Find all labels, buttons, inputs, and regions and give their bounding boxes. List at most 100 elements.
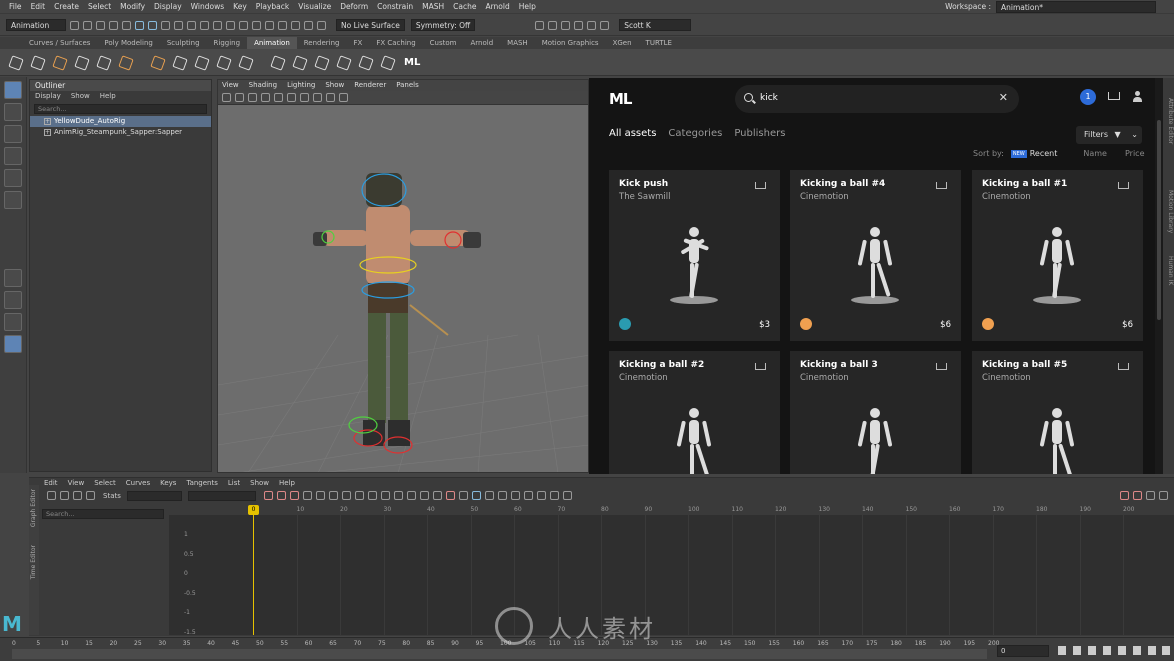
plateau-tangent-icon[interactable]	[367, 491, 377, 500]
shelf-tab[interactable]: Arnold	[464, 37, 501, 49]
wireframe-icon[interactable]	[248, 93, 257, 102]
viewport-menu-shading[interactable]: Shading	[249, 80, 277, 91]
history-icon[interactable]	[239, 20, 248, 30]
lattice-icon[interactable]	[73, 491, 82, 500]
outliner-menu-help[interactable]: Help	[100, 91, 116, 102]
rotate-tool-icon[interactable]	[4, 169, 22, 187]
menu-mash[interactable]: MASH	[422, 2, 444, 11]
post-infinity-icon[interactable]	[510, 491, 520, 500]
graph-menu-tangents[interactable]: Tangents	[186, 478, 217, 489]
shelf-tab[interactable]: Animation	[247, 37, 297, 49]
snap-plane-icon[interactable]	[213, 20, 222, 30]
make-live-icon[interactable]	[226, 20, 235, 30]
current-frame-field[interactable]: 0	[997, 645, 1049, 657]
shelf-settings-icon[interactable]	[8, 55, 22, 69]
cycle-offset-icon[interactable]	[536, 491, 546, 500]
shelf-tab[interactable]: XGen	[606, 37, 639, 49]
graph-layout-icon[interactable]	[1133, 491, 1142, 500]
motion-path-icon[interactable]	[194, 55, 208, 69]
asset-card[interactable]: Kicking a ball #4 Cinemotion $6	[790, 170, 961, 341]
shelf-tab[interactable]: Motion Graphics	[535, 37, 606, 49]
user-profile-icon[interactable]	[1133, 91, 1142, 102]
sort-name[interactable]: Name	[1083, 149, 1107, 158]
menu-select[interactable]: Select	[88, 2, 111, 11]
cycle-icon[interactable]	[523, 491, 533, 500]
asset-search-input[interactable]: kick	[760, 93, 778, 103]
xray-icon[interactable]	[326, 93, 335, 102]
sort-price[interactable]: Price	[1125, 149, 1145, 158]
channel-box-toggle-icon[interactable]	[574, 20, 584, 30]
modeling-toolkit-icon[interactable]	[548, 20, 558, 30]
constraint-scale-icon[interactable]	[336, 55, 350, 69]
two-view-layout-icon[interactable]	[4, 313, 22, 331]
shelf-tab[interactable]: Curves / Surfaces	[22, 37, 97, 49]
textured-icon[interactable]	[274, 93, 283, 102]
shelf-tab[interactable]: Poly Modeling	[97, 37, 159, 49]
viewport-menu-panels[interactable]: Panels	[396, 80, 419, 91]
shelf-tab[interactable]: Sculpting	[160, 37, 207, 49]
save-scene-icon[interactable]	[96, 20, 105, 30]
snap-point-icon[interactable]	[200, 20, 209, 30]
tab-publishers[interactable]: Publishers	[734, 128, 785, 139]
cart-icon[interactable]	[1108, 92, 1120, 100]
outliner-layout-icon[interactable]	[4, 335, 22, 353]
shelf-tab[interactable]: TURTLE	[639, 37, 679, 49]
move-view-icon[interactable]	[1120, 491, 1129, 500]
motion-library-shelf-icon[interactable]: ML	[404, 57, 420, 68]
paint-select-tool-icon[interactable]	[4, 125, 22, 143]
resolution-gate-icon[interactable]	[339, 93, 348, 102]
menu-windows[interactable]: Windows	[191, 2, 224, 11]
auto-tangent-icon[interactable]	[380, 491, 390, 500]
shadows-icon[interactable]	[300, 93, 309, 102]
center-current-icon[interactable]	[289, 491, 299, 500]
joint-tool-icon[interactable]	[52, 55, 66, 69]
single-view-layout-icon[interactable]	[4, 269, 22, 287]
asset-card[interactable]: Kicking a ball #1 Cinemotion $6	[972, 170, 1143, 341]
menu-file[interactable]: File	[9, 2, 22, 11]
select-hierarchy-icon[interactable]	[135, 20, 144, 30]
user-account-dropdown[interactable]: Scott K	[619, 19, 692, 31]
menu-deform[interactable]: Deform	[340, 2, 368, 11]
unify-tangent-icon[interactable]	[406, 491, 416, 500]
tab-categories[interactable]: Categories	[668, 128, 722, 139]
snap-grid-icon[interactable]	[174, 20, 183, 30]
graph-menu-view[interactable]: View	[68, 478, 85, 489]
graph-menu-help[interactable]: Help	[279, 478, 295, 489]
menu-help[interactable]: Help	[519, 2, 536, 11]
swap-buffer-icon[interactable]	[458, 491, 468, 500]
viewport-menu-lighting[interactable]: Lighting	[287, 80, 315, 91]
insert-key-icon[interactable]	[60, 491, 69, 500]
shelf-tab[interactable]: FX Caching	[369, 37, 422, 49]
symmetry-dropdown[interactable]: Symmetry: Off	[410, 19, 476, 31]
undo-icon[interactable]	[109, 20, 118, 30]
flat-tangent-icon[interactable]	[341, 491, 351, 500]
asset-card[interactable]: Kicking a ball #5 Cinemotion	[972, 351, 1143, 474]
constraint-pole-icon[interactable]	[380, 55, 394, 69]
menu-display[interactable]: Display	[154, 2, 182, 11]
viewport-menu-view[interactable]: View	[222, 80, 239, 91]
sort-recent[interactable]: Recent	[1030, 149, 1058, 158]
shelf-tab[interactable]: Rigging	[207, 37, 248, 49]
spline-tangent-icon[interactable]	[302, 491, 312, 500]
step-back-frame-icon[interactable]	[1088, 646, 1096, 655]
tab-graph-editor[interactable]: Graph Editor	[30, 489, 37, 527]
frame-playback-icon[interactable]	[276, 491, 286, 500]
output-ops-icon[interactable]	[265, 20, 274, 30]
go-to-start-icon[interactable]	[1058, 646, 1066, 655]
graph-area[interactable]: 0 10 20 30 40 50 60 70 80 90 100 110 120 130 140 150 16…	[169, 505, 1174, 636]
tab-attribute-editor[interactable]: Attribute Editor	[1163, 98, 1174, 144]
filters-button[interactable]: Filters ▼ ⌄	[1076, 126, 1142, 144]
tab-human-ik[interactable]: Human IK	[1163, 256, 1174, 285]
asset-card[interactable]: Kicking a ball #2 Cinemotion	[609, 351, 780, 474]
stats-time-field[interactable]	[187, 490, 256, 501]
four-view-layout-icon[interactable]	[4, 291, 22, 309]
clear-search-icon[interactable]: ✕	[999, 91, 1008, 104]
select-component-icon[interactable]	[161, 20, 170, 30]
select-object-icon[interactable]	[148, 20, 157, 30]
menu-edit[interactable]: Edit	[31, 2, 46, 11]
scale-tool-icon[interactable]	[4, 191, 22, 209]
shelf-tab[interactable]: MASH	[500, 37, 535, 49]
constraint-aim-icon[interactable]	[358, 55, 372, 69]
menu-constrain[interactable]: Constrain	[377, 2, 413, 11]
key-selected-icon[interactable]	[150, 55, 164, 69]
